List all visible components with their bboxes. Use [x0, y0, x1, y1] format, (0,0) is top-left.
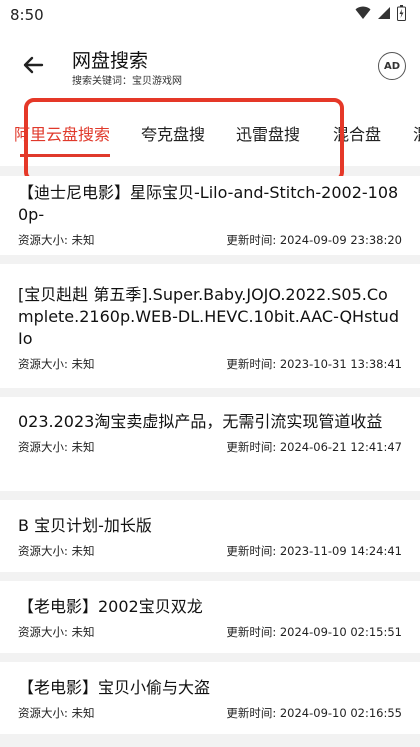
item-title: 【迪士尼电影】星际宝贝-Lilo-and-Stitch-2002-1080p-	[18, 183, 399, 224]
list-item[interactable]: 【老电影】2002宝贝双龙 资源大小: 未知 更新时间: 2024-09-10 …	[0, 581, 420, 653]
result-list: 【迪士尼电影】星际宝贝-Lilo-and-Stitch-2002-1080p- …	[0, 176, 420, 743]
arrow-left-icon	[23, 56, 44, 74]
item-size: 资源大小: 未知	[18, 440, 95, 454]
back-button[interactable]	[18, 50, 48, 80]
item-meta: 资源大小: 未知 更新时间: 2023-11-09 14:24:41	[18, 543, 402, 559]
status-icons	[355, 5, 406, 21]
item-updated: 更新时间: 2024-09-10 02:16:55	[226, 706, 402, 720]
list-item[interactable]: 【老电影】宝贝小偷与大盗 资源大小: 未知 更新时间: 2024-09-10 0…	[0, 662, 420, 734]
list-item[interactable]: B 宝贝计划-加长版 资源大小: 未知 更新时间: 2023-11-09 14:…	[0, 500, 420, 572]
item-updated: 更新时间: 2024-09-09 23:38:20	[226, 233, 402, 247]
item-meta: 资源大小: 未知 更新时间: 2024-09-10 02:16:55	[18, 705, 402, 721]
annotation-highlight-box	[24, 98, 344, 182]
item-title: 023.2023淘宝卖虚拟产品，无需引流实现管道收益	[18, 412, 383, 431]
status-bar: 8:50	[0, 0, 420, 30]
item-size: 资源大小: 未知	[18, 544, 95, 558]
item-meta: 资源大小: 未知 更新时间: 2023-10-31 13:38:41	[18, 356, 402, 372]
item-meta: 资源大小: 未知 更新时间: 2024-09-09 23:38:20	[18, 232, 402, 248]
tab-more[interactable]: 混	[413, 121, 420, 145]
item-title: B 宝贝计划-加长版	[18, 516, 152, 535]
item-updated: 更新时间: 2023-11-09 14:24:41	[226, 544, 402, 558]
app-bar: 网盘搜索 搜索关键词：宝贝游戏网 AD	[0, 30, 420, 98]
item-size: 资源大小: 未知	[18, 706, 95, 720]
list-item[interactable]: 【迪士尼电影】星际宝贝-Lilo-and-Stitch-2002-1080p- …	[0, 176, 420, 255]
signal-icon	[378, 7, 390, 19]
item-updated: 更新时间: 2023-10-31 13:38:41	[226, 357, 402, 371]
list-item[interactable]: 023.2023淘宝卖虚拟产品，无需引流实现管道收益 资源大小: 未知 更新时间…	[0, 397, 420, 491]
item-title: [宝贝赳赳 第五季].Super.Baby.JOJO.2022.S05.Comp…	[18, 285, 399, 348]
battery-icon	[397, 5, 406, 21]
item-title: 【老电影】2002宝贝双龙	[18, 597, 203, 616]
item-title: 【老电影】宝贝小偷与大盗	[18, 678, 211, 697]
item-size: 资源大小: 未知	[18, 357, 95, 371]
item-updated: 更新时间: 2024-09-10 02:15:51	[226, 625, 402, 639]
item-updated: 更新时间: 2024-06-21 12:41:47	[226, 440, 402, 454]
wifi-icon	[355, 6, 371, 19]
list-item[interactable]: [宝贝赳赳 第五季].Super.Baby.JOJO.2022.S05.Comp…	[0, 264, 420, 388]
page-title: 网盘搜索	[72, 50, 149, 72]
search-keyword: 搜索关键词：宝贝游戏网	[72, 76, 182, 87]
ad-button[interactable]: AD	[378, 52, 406, 80]
item-meta: 资源大小: 未知 更新时间: 2024-09-10 02:15:51	[18, 624, 402, 640]
status-time: 8:50	[10, 6, 44, 24]
item-size: 资源大小: 未知	[18, 233, 95, 247]
item-meta: 资源大小: 未知 更新时间: 2024-06-21 12:41:47	[18, 439, 402, 455]
item-size: 资源大小: 未知	[18, 625, 95, 639]
